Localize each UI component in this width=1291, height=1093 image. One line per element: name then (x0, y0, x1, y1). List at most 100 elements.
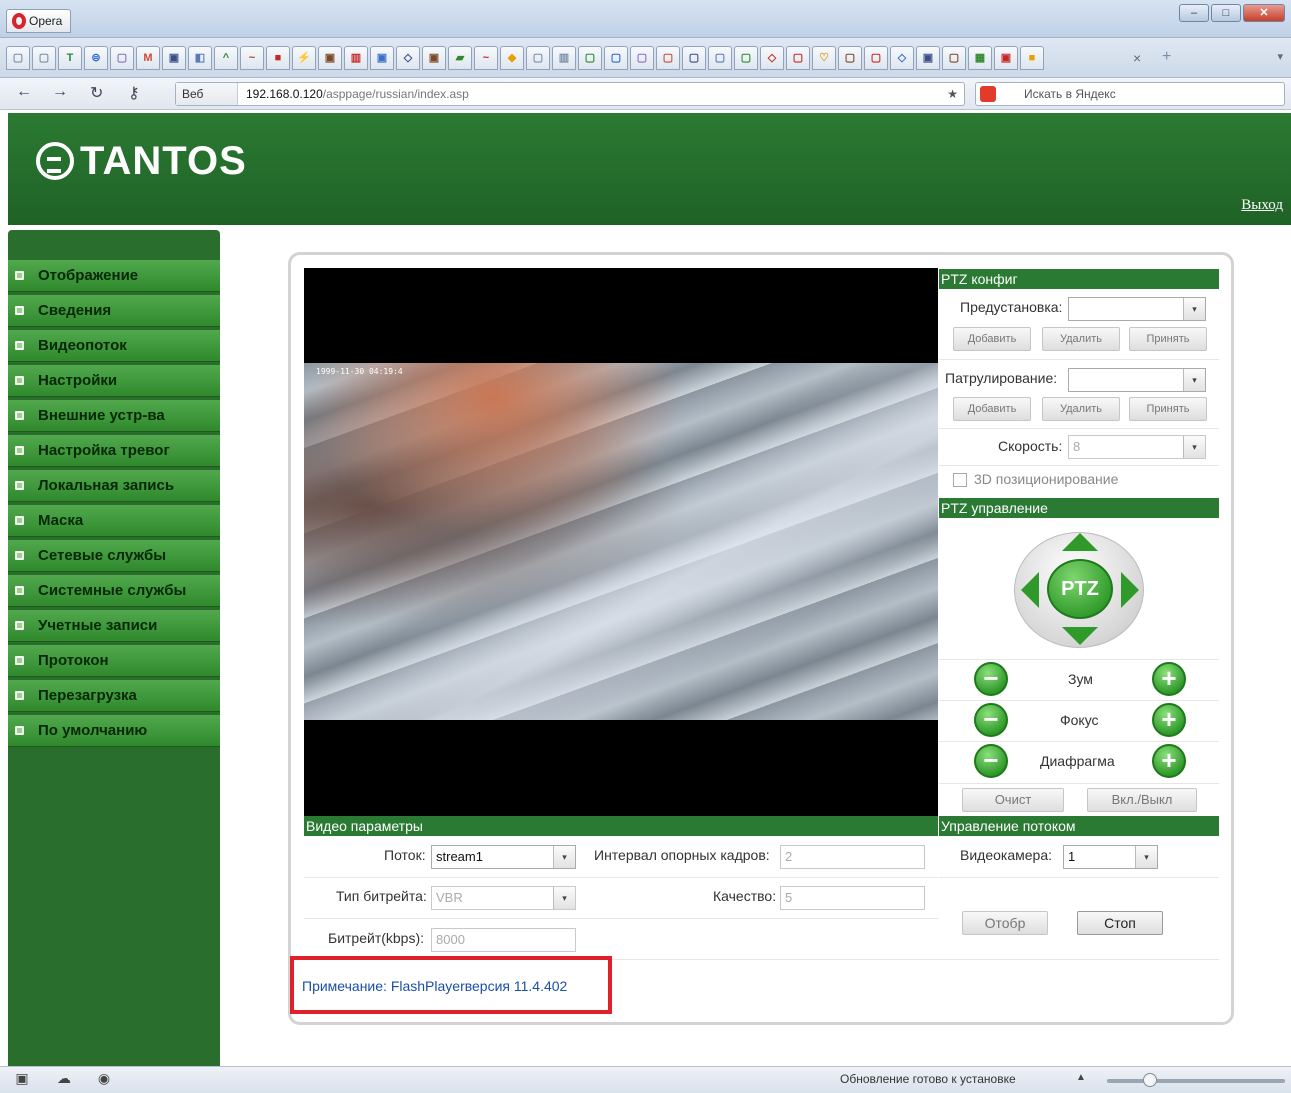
minimize-button[interactable]: – (1179, 4, 1209, 22)
pinned-tab-icon[interactable]: ⚡ (292, 46, 316, 70)
pinned-tab-icon[interactable]: ■ (266, 46, 290, 70)
iris-plus-button[interactable]: + (1152, 744, 1186, 778)
pinned-tab-icon[interactable]: ▣ (318, 46, 342, 70)
patrol-select[interactable]: ▾ (1068, 368, 1206, 392)
pinned-tab-icon[interactable]: ▣ (162, 46, 186, 70)
pinned-tab-icon[interactable]: ■ (1020, 46, 1044, 70)
opera-menu-button[interactable]: Opera (6, 9, 72, 33)
pinned-tab-icon[interactable]: ♡ (812, 46, 836, 70)
close-tab-icon[interactable]: × (1133, 50, 1141, 66)
pinned-tab-icon[interactable]: ▣ (422, 46, 446, 70)
ptz-down-arrow-icon[interactable] (1062, 627, 1098, 645)
sidebar-item[interactable]: Локальная запись (8, 470, 220, 502)
bookmark-star-icon[interactable]: ★ (947, 83, 958, 105)
pinned-tab-icon[interactable]: ▢ (786, 46, 810, 70)
address-bar[interactable]: Веб 192.168.0.120/asppage/russian/index.… (175, 82, 965, 106)
pinned-tab-icon[interactable]: ◇ (396, 46, 420, 70)
pinned-tab-icon[interactable]: ▢ (526, 46, 550, 70)
pinned-tab-icon[interactable]: ▣ (994, 46, 1018, 70)
caret-up-icon[interactable]: ▲ (1076, 1072, 1086, 1083)
pinned-tab-icon[interactable]: ^ (214, 46, 238, 70)
key-icon[interactable]: ⚷ (128, 83, 140, 103)
pinned-tab-icon[interactable]: ▢ (942, 46, 966, 70)
pinned-tab-icon[interactable]: ◇ (760, 46, 784, 70)
clear-button[interactable]: Очист (962, 788, 1064, 812)
pinned-tab-icon[interactable]: ▣ (370, 46, 394, 70)
pinned-tab-icon[interactable]: ⊜ (84, 46, 108, 70)
onoff-button[interactable]: Вкл./Выкл (1087, 788, 1197, 812)
sidebar-item[interactable]: Настройка тревог (8, 435, 220, 467)
camera-select[interactable]: 1 ▾ (1063, 845, 1158, 869)
zoom-slider-track[interactable] (1107, 1079, 1285, 1083)
pinned-tab-icon[interactable]: ▢ (578, 46, 602, 70)
cloud-icon[interactable]: ☁ (56, 1071, 72, 1085)
sidebar-item[interactable]: Сетевые службы (8, 540, 220, 572)
url-text[interactable]: 192.168.0.120/asppage/russian/index.asp (246, 83, 469, 105)
patrol-delete-button[interactable]: Удалить (1042, 397, 1120, 421)
sidebar-item[interactable]: Настройки (8, 365, 220, 397)
preset-delete-button[interactable]: Удалить (1042, 327, 1120, 351)
speed-select[interactable]: 8 ▾ (1068, 435, 1206, 459)
pinned-tab-icon[interactable]: ◧ (188, 46, 212, 70)
show-stream-button[interactable]: Отобр (962, 911, 1048, 935)
quality-input[interactable]: 5 (780, 886, 925, 910)
tab-list-chevron-icon[interactable]: ▾ (1277, 50, 1283, 63)
ptz-center-button[interactable]: PTZ (1047, 559, 1113, 619)
sidebar-item[interactable]: Маска (8, 505, 220, 537)
3d-positioning-checkbox[interactable] (953, 473, 967, 487)
reload-icon[interactable]: ↻ (90, 83, 103, 103)
stop-stream-button[interactable]: Стоп (1077, 911, 1163, 935)
sidebar-item[interactable]: По умолчанию (8, 715, 220, 747)
sidebar-item[interactable]: Учетные записи (8, 610, 220, 642)
pinned-tab-icon[interactable]: ▢ (864, 46, 888, 70)
pinned-tab-icon[interactable]: ▥ (552, 46, 576, 70)
new-tab-button[interactable]: + (1162, 48, 1171, 66)
web-badge[interactable]: Веб (176, 83, 238, 105)
pinned-tab-icon[interactable]: ▢ (656, 46, 680, 70)
pinned-tab-icon[interactable]: ◆ (500, 46, 524, 70)
pinned-tab-icon[interactable]: ▢ (708, 46, 732, 70)
yandex-engine-icon[interactable] (980, 86, 996, 102)
search-field[interactable]: Искать в Яндекс (975, 82, 1285, 106)
focus-plus-button[interactable]: + (1152, 703, 1186, 737)
pinned-tab-icon[interactable]: ◇ (890, 46, 914, 70)
patrol-add-button[interactable]: Добавить (953, 397, 1031, 421)
zoom-minus-button[interactable]: − (974, 662, 1008, 696)
update-status-text[interactable]: Обновление готово к установке (840, 1072, 1016, 1086)
bitrate-type-select[interactable]: VBR ▾ (431, 886, 576, 910)
back-arrow-icon[interactable]: ← (16, 83, 32, 101)
pinned-tab-icon[interactable]: ▦ (968, 46, 992, 70)
pinned-tab-icon[interactable]: ▢ (110, 46, 134, 70)
ptz-up-arrow-icon[interactable] (1062, 533, 1098, 551)
preset-apply-button[interactable]: Принять (1129, 327, 1207, 351)
focus-minus-button[interactable]: − (974, 703, 1008, 737)
sidebar-item[interactable]: Перезагрузка (8, 680, 220, 712)
pinned-tab-icon[interactable]: ~ (240, 46, 264, 70)
sidebar-item[interactable]: Отображение (8, 260, 220, 292)
pinned-tab-icon[interactable]: M (136, 46, 160, 70)
pinned-tab-icon[interactable]: ▣ (916, 46, 940, 70)
logout-link[interactable]: Выход (1241, 197, 1283, 214)
pinned-tab-icon[interactable]: ▢ (6, 46, 30, 70)
camera-feed[interactable]: 1999-11-30 04:19:4 (304, 363, 938, 720)
ptz-right-arrow-icon[interactable] (1121, 572, 1139, 608)
forward-arrow-icon[interactable]: → (52, 83, 68, 101)
pinned-tab-icon[interactable]: ▢ (604, 46, 628, 70)
pinned-tab-icon[interactable]: ▰ (448, 46, 472, 70)
close-window-button[interactable]: ✕ (1243, 4, 1285, 22)
pinned-tab-icon[interactable]: ▥ (344, 46, 368, 70)
sidebar-item[interactable]: Видеопоток (8, 330, 220, 362)
ptz-left-arrow-icon[interactable] (1021, 572, 1039, 608)
preset-add-button[interactable]: Добавить (953, 327, 1031, 351)
pinned-tab-icon[interactable]: ~ (474, 46, 498, 70)
preset-select[interactable]: ▾ (1068, 297, 1206, 321)
stream-select[interactable]: stream1 ▾ (431, 845, 576, 869)
sidebar-item[interactable]: Сведения (8, 295, 220, 327)
pinned-tab-icon[interactable]: ▢ (682, 46, 706, 70)
sidebar-item[interactable]: Внешние устр-ва (8, 400, 220, 432)
bitrate-input[interactable]: 8000 (431, 928, 576, 952)
keyframe-interval-input[interactable]: 2 (780, 845, 925, 869)
sidebar-item[interactable]: Протокон (8, 645, 220, 677)
iris-minus-button[interactable]: − (974, 744, 1008, 778)
zoom-slider-knob[interactable] (1142, 1073, 1157, 1087)
